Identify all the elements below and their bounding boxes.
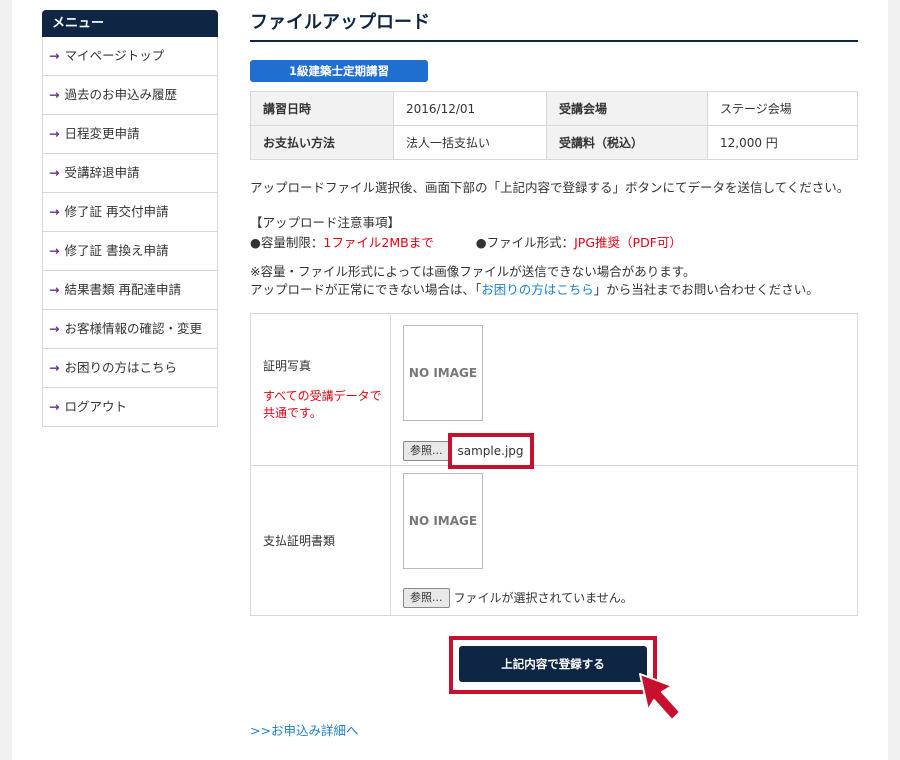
notes-heading: 【アップロード注意事項】 bbox=[250, 215, 401, 230]
table-row: 証明写真 すべての受講データで 共通です。 NO IMAGE 参照... samp… bbox=[250, 313, 858, 469]
arrow-right-icon: → bbox=[49, 204, 60, 219]
arrow-right-icon: → bbox=[49, 165, 60, 180]
payment-value: 法人一括支払い bbox=[393, 125, 547, 160]
sidebar-item-schedule-change[interactable]: → 日程変更申請 bbox=[43, 115, 217, 154]
venue-label: 受講会場 bbox=[546, 91, 708, 126]
photo-label: 証明写真 bbox=[263, 359, 312, 373]
receipt-file-row: 参照... ファイルが選択されていません。 bbox=[403, 587, 856, 609]
sidebar-item-label: 過去のお申込み履歴 bbox=[64, 87, 177, 102]
photo-file-name: sample.jpg bbox=[447, 432, 534, 469]
sidebar-item-logout[interactable]: → ログアウト bbox=[43, 388, 217, 426]
receipt-file-name: ファイルが選択されていません。 bbox=[453, 591, 633, 605]
sidebar-item-certificate-rewrite[interactable]: → 修了証 書換え申請 bbox=[43, 232, 217, 271]
sidebar-item-certificate-reissue[interactable]: → 修了証 再交付申請 bbox=[43, 193, 217, 232]
arrow-right-icon: → bbox=[49, 399, 60, 414]
arrow-right-icon: → bbox=[49, 126, 60, 141]
size-limit-value: 1ファイル2MBまで bbox=[323, 235, 434, 250]
sidebar-item-label: 修了証 再交付申請 bbox=[64, 204, 169, 219]
fee-value: 12,000 円 bbox=[707, 125, 858, 160]
course-badge: 1級建築士定期講習 bbox=[250, 60, 428, 82]
page: メニュー → マイページトップ → 過去のお申込み履歴 → 日程変更申請 → 受講辞退申… bbox=[12, 0, 888, 760]
sidebar-item-withdrawal[interactable]: → 受講辞退申請 bbox=[43, 154, 217, 193]
submit-highlight: 上記内容で登録する bbox=[449, 636, 657, 694]
sidebar-item-help[interactable]: → お困りの方はこちら bbox=[43, 349, 217, 388]
sidebar-item-label: 結果書類 再配達申請 bbox=[64, 282, 181, 297]
sidebar-item-mypage-top[interactable]: → マイページトップ bbox=[43, 37, 217, 76]
date-label: 講習日時 bbox=[250, 91, 394, 126]
page-title: ファイルアップロード bbox=[250, 8, 858, 42]
notes-line: ●容量制限：1ファイル2MBまで ●ファイル形式：JPG推奨（PDF可） bbox=[250, 232, 858, 251]
warning-prefix: アップロードが正常にできない場合は、「 bbox=[250, 282, 482, 297]
course-info-table: 講習日時 2016/12/01 受講会場 ステージ会場 お支払い方法 法人一括支… bbox=[250, 91, 858, 160]
table-row: お支払い方法 法人一括支払い 受講料（税込） 12,000 円 bbox=[250, 125, 858, 160]
sidebar-item-customer-info[interactable]: → お客様情報の確認・変更 bbox=[43, 310, 217, 349]
sidebar-item-label: 修了証 書換え申請 bbox=[64, 243, 169, 258]
fee-label: 受講料（税込） bbox=[546, 125, 708, 160]
receipt-browse-button[interactable]: 参照... bbox=[403, 588, 450, 608]
sidebar-item-label: 受講辞退申請 bbox=[64, 165, 140, 180]
table-row: 講習日時 2016/12/01 受講会場 ステージ会場 bbox=[250, 91, 858, 126]
submit-button[interactable]: 上記内容で登録する bbox=[459, 646, 647, 682]
arrow-right-icon: → bbox=[49, 360, 60, 375]
photo-note-line-1: すべての受講データで bbox=[263, 389, 382, 403]
receipt-label: 支払証明書類 bbox=[250, 465, 391, 616]
warning-line-2: アップロードが正常にできない場合は、「お困りの方はこちら」から当社までお問い合わ… bbox=[250, 281, 858, 299]
photo-upload-cell: NO IMAGE 参照... sample.jpg bbox=[390, 313, 858, 469]
sidebar-item-label: ログアウト bbox=[64, 399, 127, 414]
warning-suffix: 」から当社までお問い合わせください。 bbox=[593, 282, 819, 297]
application-detail-link[interactable]: >>お申込み詳細へ bbox=[250, 720, 358, 739]
arrow-right-icon: → bbox=[49, 321, 60, 336]
photo-note-line-2: 共通です。 bbox=[263, 406, 322, 420]
sidebar-item-label: マイページトップ bbox=[64, 48, 165, 63]
arrow-right-icon: → bbox=[49, 282, 60, 297]
photo-preview: NO IMAGE bbox=[403, 324, 483, 421]
payment-label: お支払い方法 bbox=[250, 125, 394, 160]
sidebar-item-history[interactable]: → 過去のお申込み履歴 bbox=[43, 76, 217, 115]
photo-note: すべての受講データで 共通です。 bbox=[263, 388, 389, 422]
table-row: 支払証明書類 NO IMAGE 参照... ファイルが選択されていません。 bbox=[250, 465, 858, 616]
pointer-arrow-icon bbox=[639, 673, 681, 721]
photo-label-cell: 証明写真 すべての受講データで 共通です。 bbox=[250, 313, 391, 466]
venue-value: ステージ会場 bbox=[707, 91, 858, 126]
sidebar-item-result-redelivery[interactable]: → 結果書類 再配達申請 bbox=[43, 271, 217, 310]
warning-line-1: ※容量・ファイル形式によっては画像ファイルが送信できない場合があります。 bbox=[250, 264, 696, 279]
warning-text: ※容量・ファイル形式によっては画像ファイルが送信できない場合があります。 アップ… bbox=[250, 263, 858, 299]
arrow-right-icon: → bbox=[49, 87, 60, 102]
sidebar-item-label: お困りの方はこちら bbox=[64, 360, 177, 375]
help-link[interactable]: お困りの方はこちら bbox=[481, 282, 594, 297]
sidebar-item-label: 日程変更申請 bbox=[64, 126, 140, 141]
receipt-preview: NO IMAGE bbox=[403, 472, 483, 569]
main-content: ファイルアップロード 1級建築士定期講習 講習日時 2016/12/01 受講会… bbox=[250, 8, 858, 738]
format-value: JPG推奨（PDF可） bbox=[574, 235, 682, 250]
receipt-upload-cell: NO IMAGE 参照... ファイルが選択されていません。 bbox=[390, 465, 858, 616]
menu-title: メニュー bbox=[42, 10, 218, 37]
sidebar-item-label: お客様情報の確認・変更 bbox=[64, 321, 202, 336]
photo-browse-button[interactable]: 参照... bbox=[403, 440, 450, 461]
photo-file-row: 参照... sample.jpg bbox=[403, 432, 856, 469]
size-limit-label: ●容量制限： bbox=[250, 235, 324, 250]
format-label: ●ファイル形式： bbox=[475, 235, 575, 250]
upload-table: 証明写真 すべての受講データで 共通です。 NO IMAGE 参照... samp… bbox=[250, 313, 858, 616]
arrow-right-icon: → bbox=[49, 243, 60, 258]
sidebar-menu: メニュー → マイページトップ → 過去のお申込み履歴 → 日程変更申請 → 受講辞退申… bbox=[42, 10, 218, 427]
instruction-text: アップロードファイル選択後、画面下部の「上記内容で登録する」ボタンにてデータを送… bbox=[250, 180, 850, 195]
date-value: 2016/12/01 bbox=[393, 91, 547, 126]
arrow-right-icon: → bbox=[49, 48, 60, 63]
menu-list: → マイページトップ → 過去のお申込み履歴 → 日程変更申請 → 受講辞退申請 → 修了… bbox=[42, 37, 218, 427]
